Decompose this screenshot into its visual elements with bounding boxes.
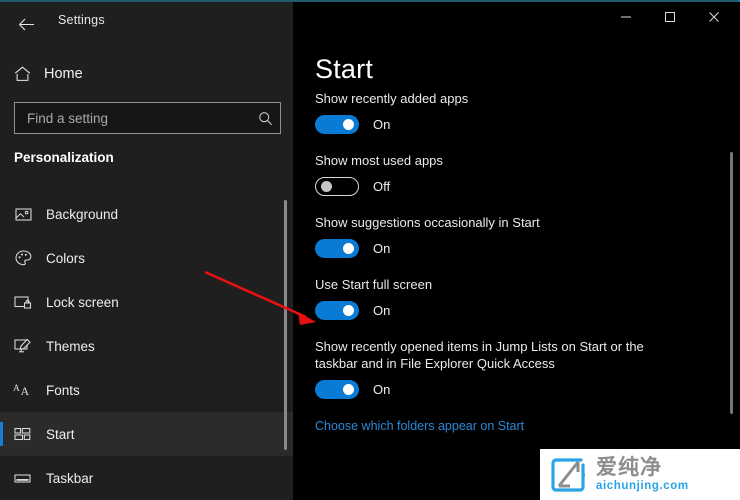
- themes-icon: [0, 338, 46, 354]
- toggle-show-suggestions-occasionally[interactable]: [315, 239, 359, 258]
- sidebar-item-colors[interactable]: Colors: [0, 236, 293, 280]
- maximize-button[interactable]: [648, 2, 692, 32]
- search-input[interactable]: [15, 110, 250, 126]
- setting-label: Use Start full screen: [315, 277, 433, 292]
- choose-folders-link[interactable]: Choose which folders appear on Start: [315, 419, 524, 433]
- sidebar-scrollbar[interactable]: [284, 200, 287, 450]
- sidebar-item-home-label: Home: [44, 66, 83, 82]
- toggle-row: Off: [315, 177, 690, 196]
- content-scrollbar[interactable]: [730, 152, 733, 414]
- toggle-state-label: Off: [373, 179, 391, 194]
- watermark: 爱纯净 aichunjing.com: [540, 449, 740, 500]
- search-box[interactable]: [14, 102, 281, 134]
- toggle-knob: [343, 384, 354, 395]
- setting-label: Show recently opened items in Jump Lists…: [315, 339, 644, 371]
- watermark-cn-text: 爱纯净: [596, 455, 662, 479]
- sidebar-item-fonts-label: Fonts: [46, 382, 80, 398]
- folders-link-row: Choose which folders appear on Start: [315, 417, 690, 435]
- setting-label: Show recently added apps: [315, 91, 469, 106]
- toggle-show-most-used-apps[interactable]: [315, 177, 359, 196]
- sidebar-item-taskbar-label: Taskbar: [46, 470, 94, 486]
- toggle-state-label: On: [373, 382, 391, 397]
- sidebar-item-background-label: Background: [46, 206, 119, 222]
- back-arrow-icon: [18, 18, 34, 30]
- toggle-use-start-full-screen[interactable]: [315, 301, 359, 320]
- close-icon: [709, 12, 719, 22]
- svg-text:A: A: [21, 384, 30, 398]
- setting-show-recently-opened-items: Show recently opened items in Jump Lists…: [315, 338, 690, 399]
- sidebar-item-lock-screen-label: Lock screen: [46, 294, 119, 310]
- setting-label: Show most used apps: [315, 153, 443, 168]
- setting-label: Show suggestions occasionally in Start: [315, 215, 540, 230]
- svg-text:A: A: [13, 384, 20, 394]
- search-icon[interactable]: [250, 111, 280, 126]
- window-controls: [604, 2, 736, 32]
- setting-show-suggestions-occasionally: Show suggestions occasionally in Start O…: [315, 214, 690, 258]
- setting-use-start-full-screen: Use Start full screen On: [315, 276, 690, 320]
- maximize-icon: [665, 12, 675, 22]
- minimize-icon: [621, 16, 631, 18]
- toggle-knob: [343, 243, 354, 254]
- sidebar-nav: Background Colors Lock screen Themes A A…: [0, 192, 293, 500]
- home-icon: [0, 66, 44, 82]
- sidebar-item-fonts[interactable]: A A Fonts: [0, 368, 293, 412]
- selection-indicator: [0, 422, 3, 446]
- sidebar-item-start-label: Start: [46, 426, 75, 442]
- page-title: Start: [315, 54, 374, 84]
- toggle-row: On: [315, 115, 690, 134]
- toggle-show-recently-added-apps[interactable]: [315, 115, 359, 134]
- palette-icon: [0, 250, 46, 266]
- toggle-show-recently-opened-items[interactable]: [315, 380, 359, 399]
- watermark-en-text: aichunjing.com: [596, 480, 689, 492]
- toggle-state-label: On: [373, 303, 391, 318]
- sidebar-item-home[interactable]: Home: [0, 58, 293, 90]
- toggle-knob: [321, 180, 332, 192]
- app-title: Settings: [58, 13, 105, 27]
- toggle-state-label: On: [373, 241, 391, 256]
- setting-show-recently-added-apps: Show recently added apps On: [315, 90, 690, 134]
- sidebar-item-lock-screen[interactable]: Lock screen: [0, 280, 293, 324]
- sidebar-item-themes[interactable]: Themes: [0, 324, 293, 368]
- toggle-knob: [343, 305, 354, 316]
- toggle-row: On: [315, 380, 690, 399]
- settings-list: Show recently added apps On Show most us…: [315, 90, 690, 435]
- title-bar: Settings: [0, 2, 293, 46]
- minimize-button[interactable]: [604, 2, 648, 32]
- lock-screen-icon: [0, 295, 46, 310]
- sidebar-item-taskbar[interactable]: Taskbar: [0, 456, 293, 500]
- watermark-text: 爱纯净 aichunjing.com: [596, 456, 689, 493]
- fonts-icon: A A: [0, 382, 46, 398]
- aichunjing-logo-icon: [551, 457, 586, 492]
- toggle-row: On: [315, 239, 690, 258]
- toggle-knob: [343, 119, 354, 130]
- sidebar-item-background[interactable]: Background: [0, 192, 293, 236]
- sidebar-item-start[interactable]: Start: [0, 412, 293, 456]
- sidebar: Settings Home Personalization: [0, 2, 293, 500]
- settings-window: Settings Home Personalization: [0, 0, 740, 500]
- back-button[interactable]: [8, 8, 44, 40]
- toggle-state-label: On: [373, 117, 391, 132]
- sidebar-item-colors-label: Colors: [46, 250, 86, 266]
- start-tiles-icon: [0, 427, 46, 442]
- content-area: Start Show recently added apps On Show m…: [293, 2, 740, 500]
- close-button[interactable]: [692, 2, 736, 32]
- sidebar-item-themes-label: Themes: [46, 338, 95, 354]
- toggle-row: On: [315, 301, 690, 320]
- setting-show-most-used-apps: Show most used apps Off: [315, 152, 690, 196]
- sidebar-section-title: Personalization: [14, 150, 114, 165]
- picture-icon: [0, 207, 46, 222]
- taskbar-icon: [0, 472, 46, 485]
